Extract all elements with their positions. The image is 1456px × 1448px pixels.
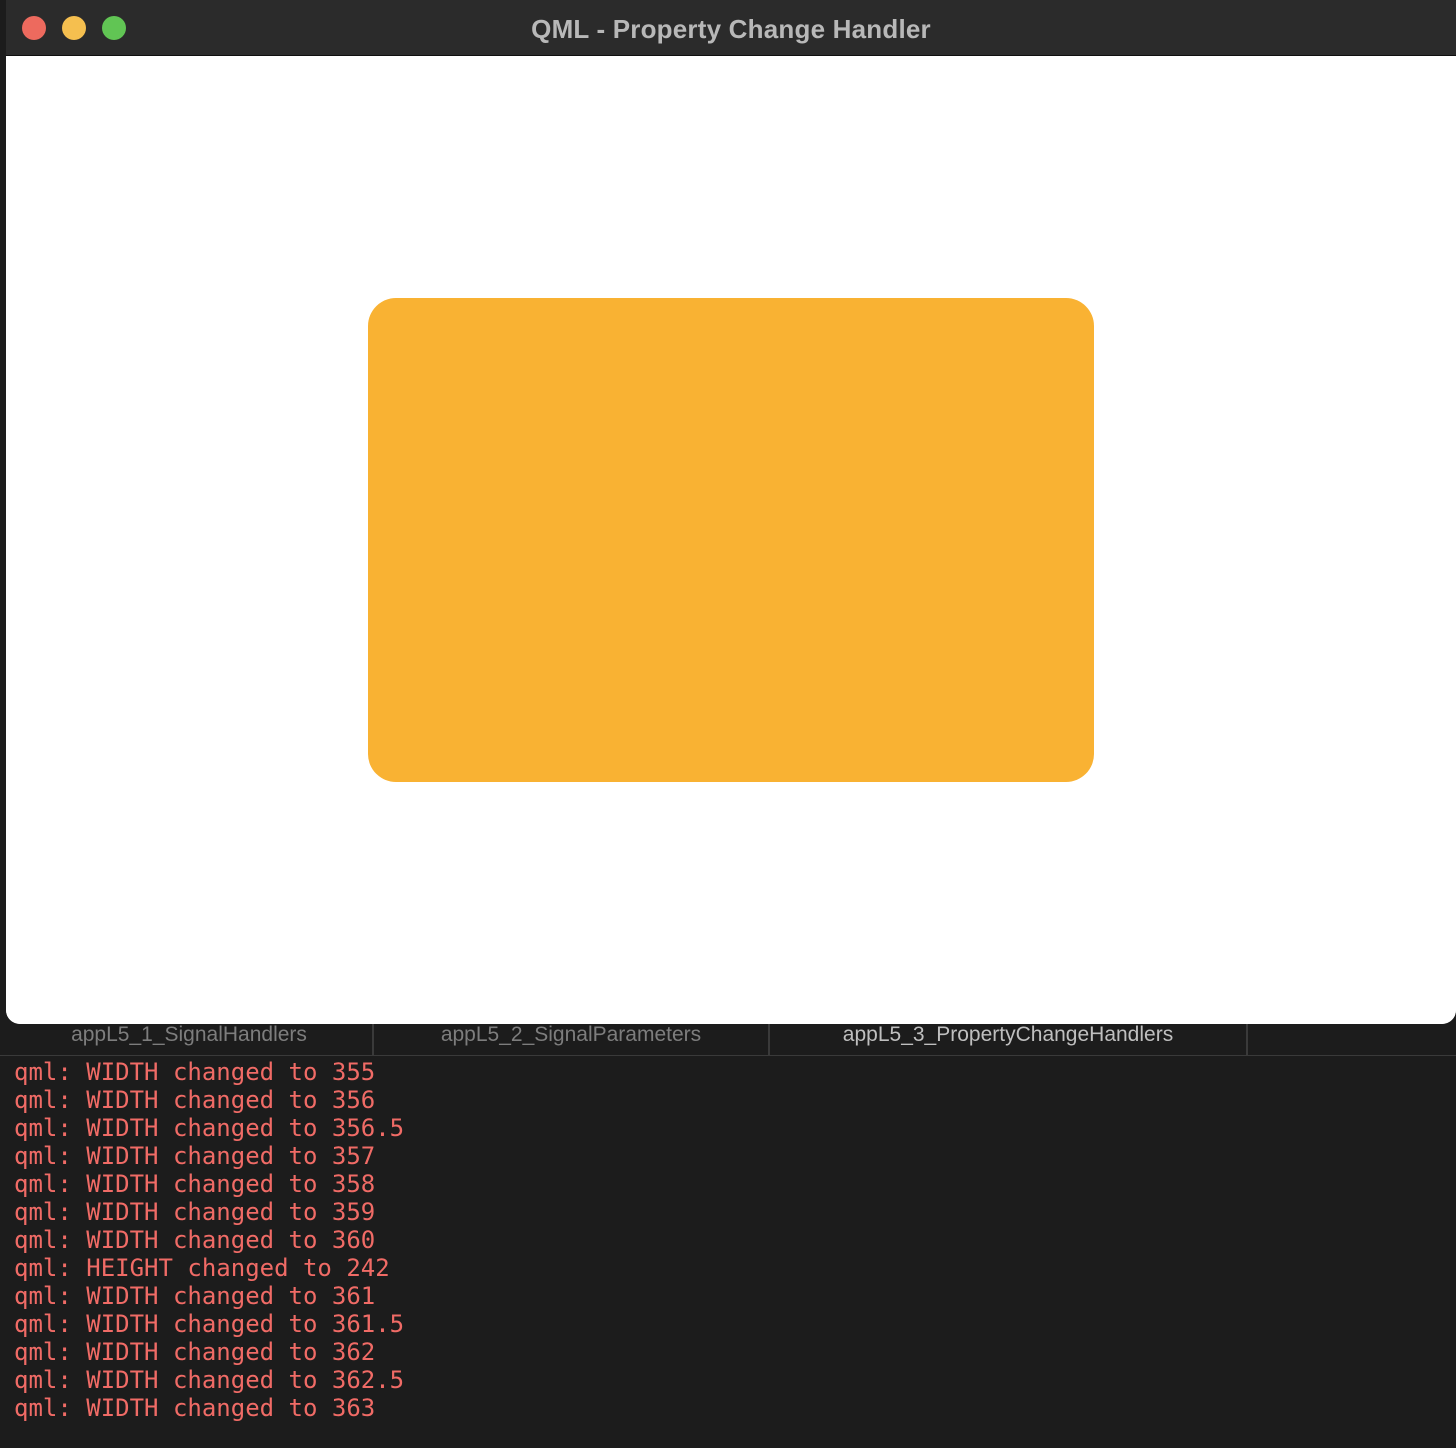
console-log-line: qml: HEIGHT changed to 242 xyxy=(14,1254,390,1282)
window-title: QML - Property Change Handler xyxy=(531,14,931,44)
console-log-line: qml: WIDTH changed to 362 xyxy=(14,1338,376,1366)
console-log-line: qml: WIDTH changed to 361 xyxy=(14,1282,376,1310)
console-log-line: qml: WIDTH changed to 356 xyxy=(14,1086,376,1114)
orange-rectangle xyxy=(368,298,1094,782)
tab-appL5-3-property-change-handlers[interactable]: appL5_3_PropertyChangeHandlers xyxy=(770,1024,1248,1055)
console-log-line: qml: WIDTH changed to 363 xyxy=(14,1394,376,1422)
console-log-line: qml: WIDTH changed to 361.5 xyxy=(14,1310,405,1338)
tab-appL5-2-signal-parameters[interactable]: appL5_2_SignalParameters xyxy=(374,1024,770,1055)
qml-canvas xyxy=(6,56,1456,1024)
console-log-line: qml: WIDTH changed to 362.5 xyxy=(14,1366,405,1394)
title-bar[interactable]: QML - Property Change Handler xyxy=(6,0,1456,56)
console-log-line: qml: WIDTH changed to 358 xyxy=(14,1170,376,1198)
console-log-line: qml: WIDTH changed to 357 xyxy=(14,1142,376,1170)
console-log-line: qml: WIDTH changed to 355 xyxy=(14,1058,376,1086)
app-window: QML - Property Change Handler xyxy=(6,0,1456,1024)
console-log-line: qml: WIDTH changed to 356.5 xyxy=(14,1114,405,1142)
console-log-line: qml: WIDTH changed to 360 xyxy=(14,1226,376,1254)
output-tab-bar: appL5_1_SignalHandlers appL5_2_SignalPar… xyxy=(0,1024,1456,1056)
console-log-line: qml: WIDTH changed to 359 xyxy=(14,1198,376,1226)
application-output-console[interactable]: qml: WIDTH changed to 355 qml: WIDTH chan… xyxy=(0,1057,1456,1448)
tab-appL5-1-signal-handlers[interactable]: appL5_1_SignalHandlers xyxy=(6,1024,374,1055)
